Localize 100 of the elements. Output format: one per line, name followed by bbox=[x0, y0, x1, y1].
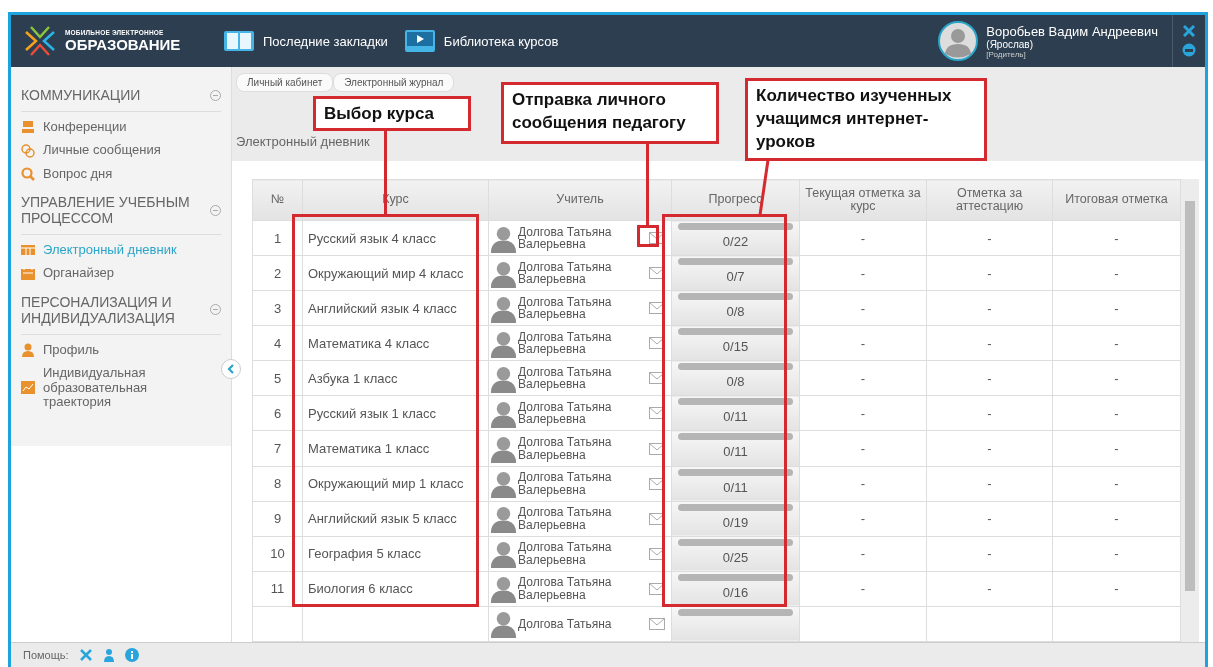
envelope-icon[interactable] bbox=[649, 372, 665, 385]
grade-value: - bbox=[799, 466, 927, 502]
grade-value: - bbox=[1052, 325, 1181, 361]
envelope-icon[interactable] bbox=[649, 477, 665, 490]
table-icon bbox=[21, 244, 35, 257]
grade-value: - bbox=[799, 430, 927, 467]
teacher-name: Долгова Татьяна Валерьевна bbox=[518, 400, 613, 426]
person-icon bbox=[489, 609, 518, 639]
envelope-icon[interactable] bbox=[649, 512, 665, 525]
course-name[interactable]: Математика 1 класс bbox=[302, 430, 489, 467]
row-number: 4 bbox=[252, 325, 303, 361]
row-number: 11 bbox=[252, 571, 303, 607]
envelope-icon[interactable] bbox=[649, 302, 665, 315]
envelope-icon[interactable] bbox=[649, 582, 665, 595]
chat-icon bbox=[21, 143, 35, 158]
grade-value: - bbox=[799, 255, 927, 291]
section-title: ПЕРСОНАЛИЗАЦИЯ И ИНДИВИДУАЛИЗАЦИЯ bbox=[21, 293, 176, 326]
course-name[interactable]: Русский язык 4 класс bbox=[302, 220, 489, 256]
section-title: УПРАВЛЕНИЕ УЧЕБНЫМ ПРОЦЕССОМ bbox=[21, 194, 191, 227]
grade-value: - bbox=[926, 360, 1053, 396]
person-icon bbox=[489, 574, 518, 604]
grade-value: - bbox=[799, 536, 927, 572]
callout-label: Отправка личного сообщения педагогу bbox=[501, 82, 719, 144]
grade-value: - bbox=[1052, 220, 1181, 256]
progress-reading: 0/16 bbox=[721, 584, 750, 600]
teacher-name: Долгова Татьяна Валерьевна bbox=[518, 330, 613, 356]
section-title: КОММУНИКАЦИИ bbox=[21, 87, 142, 104]
column-header: Отметка за аттестацию bbox=[926, 179, 1053, 221]
grade-value: - bbox=[1052, 536, 1181, 572]
teacher-name: Долгова Татьяна bbox=[518, 617, 613, 631]
sidebar-item[interactable]: Органайзер bbox=[21, 264, 221, 283]
column-header: № bbox=[252, 179, 303, 221]
course-name[interactable]: Русский язык 1 класс bbox=[302, 395, 489, 431]
course-name[interactable]: Окружающий мир 1 класс bbox=[302, 466, 489, 502]
callout-label: Количество изученных учащимся интернет-уроков bbox=[745, 78, 987, 161]
grade-value: - bbox=[1052, 255, 1181, 291]
grade-value: - bbox=[926, 536, 1053, 572]
course-name[interactable]: Математика 4 класс bbox=[302, 325, 489, 361]
row-number: 5 bbox=[252, 360, 303, 396]
course-name[interactable]: Английский язык 4 класс bbox=[302, 290, 489, 326]
grade-value: - bbox=[926, 571, 1053, 607]
teacher-name: Долгова Татьяна Валерьевна bbox=[518, 436, 613, 461]
sidebar-item[interactable]: Профиль bbox=[21, 340, 221, 360]
envelope-icon[interactable] bbox=[649, 337, 665, 350]
envelope-icon[interactable] bbox=[649, 442, 665, 455]
breadcrumb-link[interactable]: Электронный журнал bbox=[333, 73, 455, 92]
grade-value: - bbox=[1052, 430, 1181, 467]
sidebar-item[interactable]: Вопрос дня bbox=[21, 164, 221, 183]
user-city: (Ярослав) bbox=[986, 38, 1033, 50]
logo-icon bbox=[23, 24, 57, 58]
grade-value: - bbox=[799, 501, 927, 537]
teacher-name: Долгова Татьяна Валерьевна bbox=[518, 260, 613, 286]
highlight-frame bbox=[637, 225, 659, 247]
column-header: Учитель bbox=[488, 179, 672, 221]
grade-value: - bbox=[926, 220, 1053, 256]
envelope-icon[interactable] bbox=[649, 267, 665, 280]
sidebar-item[interactable]: Индивидуальная образовательная траектория bbox=[21, 364, 221, 412]
collapse-sidebar-button[interactable] bbox=[221, 359, 241, 379]
person-icon bbox=[489, 434, 518, 463]
column-header: Текущая отметка за курс bbox=[799, 179, 927, 221]
course-name[interactable]: География 5 класс bbox=[302, 536, 489, 572]
user-avatar[interactable] bbox=[938, 21, 979, 61]
envelope-icon[interactable] bbox=[649, 547, 665, 560]
grade-value: - bbox=[1052, 290, 1181, 326]
sidebar-item[interactable]: Конференции bbox=[21, 118, 221, 137]
info-icon[interactable] bbox=[124, 648, 139, 662]
progress-reading: 0/8 bbox=[725, 374, 746, 390]
breadcrumb-link[interactable]: Личный кабинет bbox=[236, 73, 334, 92]
row-number: 6 bbox=[252, 395, 303, 431]
grade-value: - bbox=[926, 325, 1053, 361]
progress-reading: 0/11 bbox=[722, 479, 749, 495]
grade-value: - bbox=[926, 501, 1053, 537]
sidebar-item[interactable]: Личные сообщения bbox=[21, 141, 221, 160]
course-name[interactable]: Окружающий мир 4 класс bbox=[302, 255, 489, 291]
row-number: 2 bbox=[252, 255, 303, 291]
page-title: Электронный дневник bbox=[236, 134, 370, 149]
envelope-icon[interactable] bbox=[649, 407, 665, 420]
nav-link[interactable]: Библиотека курсов bbox=[403, 29, 559, 53]
grade-value: - bbox=[799, 571, 927, 607]
teacher-name: Долгова Татьяна Валерьевна bbox=[518, 471, 613, 497]
teacher-name: Долгова Татьяна Валерьевна bbox=[518, 365, 613, 391]
grade-value: - bbox=[1052, 501, 1181, 537]
video-player-icon bbox=[403, 29, 436, 53]
close-icon[interactable] bbox=[1183, 25, 1195, 37]
course-name[interactable]: Английский язык 5 класс bbox=[302, 501, 489, 537]
nav-link[interactable]: Последние закладки bbox=[223, 29, 388, 53]
grade-value: - bbox=[1052, 466, 1181, 502]
progress-reading: 0/11 bbox=[722, 409, 749, 425]
progress-reading: 0/7 bbox=[725, 269, 746, 285]
grade-value: - bbox=[926, 430, 1053, 467]
progress-reading: 0/25 bbox=[721, 549, 750, 565]
row-number: 7 bbox=[252, 430, 303, 467]
course-name[interactable]: Азбука 1 класс bbox=[302, 360, 489, 396]
envelope-icon[interactable] bbox=[649, 232, 665, 245]
calendar-icon bbox=[21, 267, 35, 281]
row-number: 3 bbox=[252, 290, 303, 326]
scrollbar[interactable] bbox=[1181, 179, 1199, 642]
chart-icon bbox=[21, 381, 35, 395]
row-number: 1 bbox=[252, 220, 303, 256]
callout-label: Выбор курса bbox=[313, 96, 471, 131]
